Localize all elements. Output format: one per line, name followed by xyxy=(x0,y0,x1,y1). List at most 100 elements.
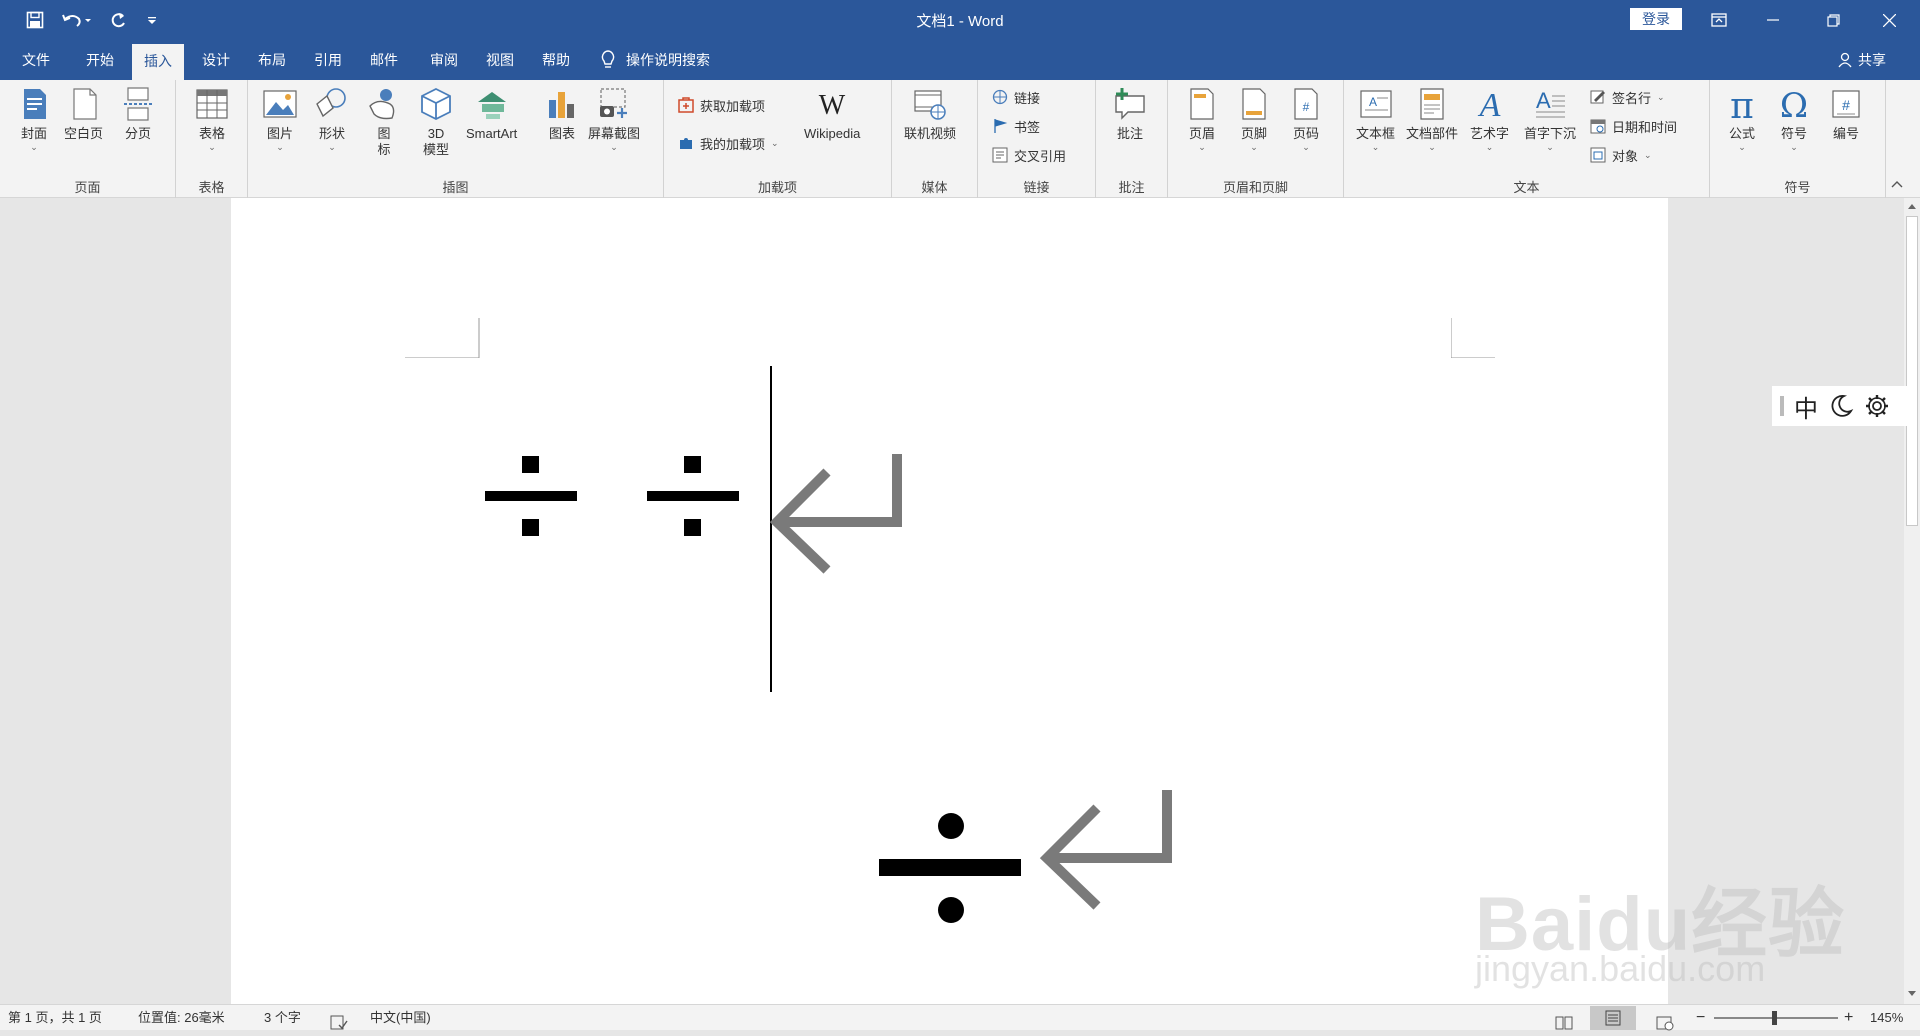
picture-button[interactable]: 图片 ⌄ xyxy=(262,86,298,152)
date-time-button[interactable]: 日期和时间 xyxy=(1590,115,1677,137)
zoom-slider-thumb[interactable] xyxy=(1772,1011,1777,1025)
zoom-out-button[interactable]: − xyxy=(1696,1005,1705,1031)
restore-icon[interactable] xyxy=(1810,0,1856,40)
ime-drag-handle[interactable] xyxy=(1780,396,1784,416)
link-button[interactable]: 链接 xyxy=(992,86,1040,108)
symbol-button[interactable]: Ω 符号 ⌄ xyxy=(1776,86,1812,152)
document-page[interactable]: ÷ ÷ ÷ xyxy=(231,198,1668,1004)
table-icon xyxy=(196,89,228,119)
text-line-2[interactable]: ÷ xyxy=(871,798,1025,938)
tab-home[interactable]: 开始 xyxy=(74,40,126,80)
wordart-button[interactable]: A 艺术字 ⌄ xyxy=(1470,86,1509,152)
zoom-level[interactable]: 145% xyxy=(1870,1005,1903,1031)
group-illustrations: 图片 ⌄ 形状 ⌄ 图 标 3D 模型 SmartArt 图表 屏幕截图 ⌄ 插图 xyxy=(248,80,664,198)
text-box-button[interactable]: A 文本框 ⌄ xyxy=(1356,86,1395,152)
read-mode-icon[interactable] xyxy=(1555,1010,1573,1036)
group-addins: 获取加载项 我的加载项 ⌄ W Wikipedia 加载项 xyxy=(664,80,892,198)
group-label-addins: 加载项 xyxy=(757,180,797,195)
footer-button[interactable]: 页脚 ⌄ xyxy=(1236,86,1272,152)
collapse-ribbon-icon[interactable] xyxy=(1890,176,1910,192)
blank-page-button[interactable]: 空白页 xyxy=(64,86,103,142)
my-addins-button[interactable]: 我的加载项 ⌄ xyxy=(678,132,779,154)
ime-mode-toggle[interactable]: 中 xyxy=(1794,389,1818,424)
object-button[interactable]: 对象 ⌄ xyxy=(1590,144,1652,166)
page-count[interactable]: 第 1 页，共 1 页 xyxy=(8,1005,102,1031)
table-button[interactable]: 表格 ⌄ xyxy=(194,86,230,152)
scroll-down-icon[interactable] xyxy=(1907,990,1917,998)
tab-design[interactable]: 设计 xyxy=(190,40,242,80)
moon-icon[interactable] xyxy=(1828,393,1854,419)
tab-mailings[interactable]: 邮件 xyxy=(358,40,410,80)
group-media: 联机视频 媒体 xyxy=(892,80,978,198)
quick-parts-button[interactable]: 文档部件 ⌄ xyxy=(1406,86,1458,152)
gear-icon[interactable] xyxy=(1864,393,1890,419)
vertical-scrollbar[interactable] xyxy=(1904,198,1920,1004)
ribbon-tab-row: 文件 开始 插入 设计 布局 引用 邮件 审阅 视图 帮助 操作说明搜索 共享 xyxy=(0,40,1920,80)
online-video-icon xyxy=(914,90,946,120)
scrollbar-thumb[interactable] xyxy=(1906,216,1918,526)
page-break-button[interactable]: 分页 xyxy=(120,86,156,142)
group-label-illustrations: 插图 xyxy=(442,180,469,195)
get-addins-button[interactable]: 获取加载项 xyxy=(678,94,765,116)
proofing-icon[interactable] xyxy=(330,1010,348,1036)
zoom-slider[interactable] xyxy=(1714,1011,1838,1025)
svg-text:#: # xyxy=(1303,100,1310,114)
chart-button[interactable]: 图表 xyxy=(544,86,580,142)
tab-view[interactable]: 视图 xyxy=(474,40,526,80)
signature-line-button[interactable]: 签名行 ⌄ xyxy=(1590,86,1665,108)
picture-icon xyxy=(263,90,297,118)
bookmark-button[interactable]: 书签 xyxy=(992,115,1040,137)
smartart-button[interactable]: SmartArt xyxy=(466,86,517,142)
share-button[interactable]: 共享 xyxy=(1838,40,1886,80)
wordart-icon: A xyxy=(1477,87,1500,122)
number-button[interactable]: # 编号 xyxy=(1828,86,1864,142)
group-label-media: 媒体 xyxy=(921,180,948,195)
online-video-button[interactable]: 联机视频 xyxy=(904,86,956,142)
tab-references[interactable]: 引用 xyxy=(302,40,354,80)
group-label-comments: 批注 xyxy=(1118,180,1145,195)
3d-models-button[interactable]: 3D 模型 xyxy=(418,86,454,158)
page-number-button[interactable]: # 页码 ⌄ xyxy=(1288,86,1324,152)
scroll-up-icon[interactable] xyxy=(1907,202,1917,210)
search-label: 操作说明搜索 xyxy=(626,52,710,68)
cursor-position[interactable]: 位置值: 26毫米 xyxy=(138,1005,225,1031)
icons-button[interactable]: 图 标 xyxy=(366,86,402,158)
group-label-header-footer: 页眉和页脚 xyxy=(1222,180,1288,195)
cross-reference-button[interactable]: 交叉引用 xyxy=(992,144,1066,166)
tab-insert[interactable]: 插入 xyxy=(132,44,184,80)
header-button[interactable]: 页眉 ⌄ xyxy=(1184,86,1220,152)
group-header-footer: 页眉 ⌄ 页脚 ⌄ # 页码 ⌄ 页眉和页脚 xyxy=(1168,80,1344,198)
group-symbols: π 公式 ⌄ Ω 符号 ⌄ # 编号 符号 xyxy=(1710,80,1886,198)
tell-me-search[interactable]: 操作说明搜索 xyxy=(600,40,710,80)
number-icon: # xyxy=(1832,90,1860,118)
group-label-tables: 表格 xyxy=(198,180,225,195)
tab-help[interactable]: 帮助 xyxy=(530,40,582,80)
close-icon[interactable] xyxy=(1866,0,1912,40)
zoom-in-button[interactable]: + xyxy=(1844,1005,1853,1031)
ribbon-display-options-icon[interactable] xyxy=(1696,0,1742,40)
group-label-symbols: 符号 xyxy=(1784,180,1811,195)
word-count[interactable]: 3 个字 xyxy=(264,1005,301,1031)
cover-page-icon xyxy=(24,89,46,119)
tab-layout[interactable]: 布局 xyxy=(246,40,298,80)
login-button[interactable]: 登录 xyxy=(1630,8,1682,30)
paragraph-mark-icon xyxy=(769,454,902,574)
share-label: 共享 xyxy=(1858,52,1886,68)
drop-cap-button[interactable]: A 首字下沉 ⌄ xyxy=(1524,86,1576,152)
tab-review[interactable]: 审阅 xyxy=(418,40,470,80)
language[interactable]: 中文(中国) xyxy=(370,1005,431,1031)
print-layout-button[interactable] xyxy=(1590,1006,1636,1030)
new-comment-button[interactable]: 批注 xyxy=(1112,86,1148,142)
equation-button[interactable]: π 公式 ⌄ xyxy=(1724,86,1760,152)
title-bar: 文档1 - Word 登录 xyxy=(0,0,1920,40)
signature-icon xyxy=(1590,90,1605,104)
tab-file[interactable]: 文件 xyxy=(10,40,62,80)
shapes-button[interactable]: 形状 ⌄ xyxy=(314,86,350,152)
web-layout-icon[interactable] xyxy=(1656,1010,1674,1036)
minimize-icon[interactable] xyxy=(1750,0,1796,40)
wikipedia-button[interactable]: W Wikipedia xyxy=(804,86,860,142)
cover-page-button[interactable]: 封面 ⌄ xyxy=(16,86,52,152)
screenshot-button[interactable]: 屏幕截图 ⌄ xyxy=(588,86,640,152)
svg-text:A: A xyxy=(1536,88,1551,113)
group-pages: 封面 ⌄ 空白页 分页 页面 xyxy=(0,80,176,198)
